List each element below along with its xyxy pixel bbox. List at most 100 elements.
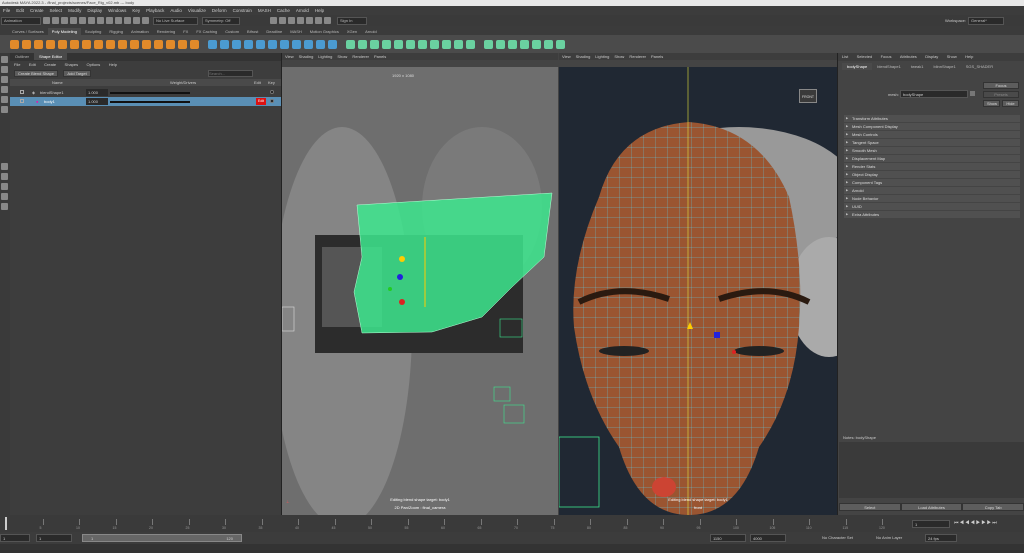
table-row[interactable]: ● body1 1.000 Edit [10,97,281,106]
shelf-tab-curves-surfaces[interactable]: Curves / Surfaces [8,28,48,35]
symmetry-dropdown[interactable]: Symmetry: Off [202,16,240,25]
menu-select[interactable]: Select [50,8,63,13]
load-attributes-button[interactable]: Load Attributes [900,503,963,511]
fill-hole-icon[interactable] [370,39,379,49]
workspace-dropdown[interactable]: General* [968,16,1004,25]
notes-textarea[interactable] [839,442,1024,498]
plane-icon[interactable] [58,39,67,49]
key-button[interactable] [270,90,274,94]
viewport-menu-lighting[interactable]: Lighting [318,54,332,59]
viewport-menu-panels[interactable]: Panels [651,54,663,59]
save-scene-icon[interactable] [61,17,68,24]
menu-audio[interactable]: Audio [170,8,182,13]
shelf-tab-rigging[interactable]: Rigging [105,28,127,35]
weight-field[interactable]: 1.000 [86,89,108,96]
uv-auto-icon[interactable] [496,39,505,49]
soccer-icon[interactable] [166,39,175,49]
range-slider-bar[interactable]: 1 120 [82,534,242,542]
shelf-tab-animation[interactable]: Animation [127,28,153,35]
focus-button[interactable]: Focus [983,82,1019,89]
smooth-icon[interactable] [232,39,241,49]
menu-display[interactable]: Display [925,54,938,59]
menu-constrain[interactable]: Constrain [233,8,252,13]
checkbox[interactable] [20,90,24,94]
modeling-toolkit-icon[interactable] [315,17,322,24]
playback-end-field[interactable]: 1150 [710,534,746,542]
menu-windows[interactable]: Windows [108,8,126,13]
viewport-menu-shading[interactable]: Shading [576,54,591,59]
four-view-layout-icon[interactable] [1,173,8,180]
reverse-icon[interactable] [556,39,565,49]
offset-loop-icon[interactable] [454,39,463,49]
arnold-render-view-icon[interactable] [306,17,313,24]
section-arnold[interactable]: Arnold [844,187,1020,194]
quad-draw-icon[interactable] [418,39,427,49]
render-settings-icon[interactable] [288,17,295,24]
viewport-menu-show[interactable]: Show [614,54,624,59]
viewport-menu-shading[interactable]: Shading [299,54,314,59]
snap-curve-icon[interactable] [124,17,131,24]
uv-planar-icon[interactable] [484,39,493,49]
menu-modify[interactable]: Modify [68,8,81,13]
extract-icon[interactable] [244,39,253,49]
type-icon[interactable] [178,39,187,49]
shelf-tab-bifrost[interactable]: Bifrost [243,28,262,35]
add-target-button[interactable]: Add Target [63,70,91,77]
create-blend-shape-button[interactable]: Create Blend Shape [14,70,59,77]
merge-icon[interactable] [430,39,439,49]
snap-grid-icon[interactable] [115,17,122,24]
playback-controls[interactable]: ⏮◀◀◀▶▶▶⏭ [954,520,998,526]
shelf-tab-arnold[interactable]: Arnold [361,28,381,35]
menu-visualize[interactable]: Visualize [188,8,206,13]
playback-start-field[interactable]: 1 [36,534,72,542]
menu-focus[interactable]: Focus [881,54,892,59]
target-weld-icon[interactable] [394,39,403,49]
select-tool-icon[interactable] [1,56,8,63]
remesh-icon[interactable] [304,39,313,49]
shelf-tab-sculpting[interactable]: Sculpting [81,28,105,35]
menu-options[interactable]: Options [87,62,101,67]
anim-layer-label[interactable]: No Anim Layer [876,535,902,540]
pyramid-icon[interactable] [106,39,115,49]
tab-blendshape1[interactable]: blendShape1 [872,63,906,70]
shelf-tab-fx-caching[interactable]: FX Caching [192,28,221,35]
go-to-output-icon[interactable] [970,91,975,96]
insert-loop-icon[interactable] [466,39,475,49]
scale-tool-icon[interactable] [1,106,8,113]
section-node-behavior[interactable]: Node Behavior [844,195,1020,202]
viewport-front[interactable]: View Shading Lighting Show Renderer Panels FR… [559,53,837,515]
outliner-layout-icon[interactable] [1,193,8,200]
animation-end-field[interactable]: 4000 [750,534,786,542]
menu-help[interactable]: Help [109,62,117,67]
shelf-tab-mash[interactable]: MASH [286,28,306,35]
menu-mash[interactable]: MASH [258,8,271,13]
viewport-menu-show[interactable]: Show [337,54,347,59]
harden-icon[interactable] [544,39,553,49]
combine-icon[interactable] [208,39,217,49]
separate-icon[interactable] [220,39,229,49]
menu-key[interactable]: Key [132,8,140,13]
tab-bodyshape[interactable]: bodyShape [842,63,873,70]
weight-slider[interactable] [110,101,190,103]
normals-icon[interactable] [520,39,529,49]
torus-icon[interactable] [70,39,79,49]
menu-cache[interactable]: Cache [277,8,290,13]
section-extra-attributes[interactable]: Extra Attributes [844,211,1020,218]
menu-deform[interactable]: Deform [212,8,227,13]
copy-tab-button[interactable]: Copy Tab [962,503,1024,511]
shelf-tab-fx[interactable]: FX [179,28,192,35]
select-component-icon[interactable] [106,17,113,24]
edit-target-button[interactable]: Edit [256,98,266,105]
section-uuid[interactable]: UUID [844,203,1020,210]
select-hierarchy-icon[interactable] [88,17,95,24]
select-object-icon[interactable] [97,17,104,24]
section-render-stats[interactable]: Render Stats [844,163,1020,170]
viewport-menu-view[interactable]: View [285,54,294,59]
bevel-icon[interactable] [346,39,355,49]
shelf-tab-poly-modeling[interactable]: Poly Modeling [47,28,81,35]
append-icon[interactable] [358,39,367,49]
checkbox[interactable] [20,99,24,103]
single-view-layout-icon[interactable] [1,163,8,170]
section-tangent-space[interactable]: Tangent Space [844,139,1020,146]
viewport-menu-renderer[interactable]: Renderer [352,54,369,59]
